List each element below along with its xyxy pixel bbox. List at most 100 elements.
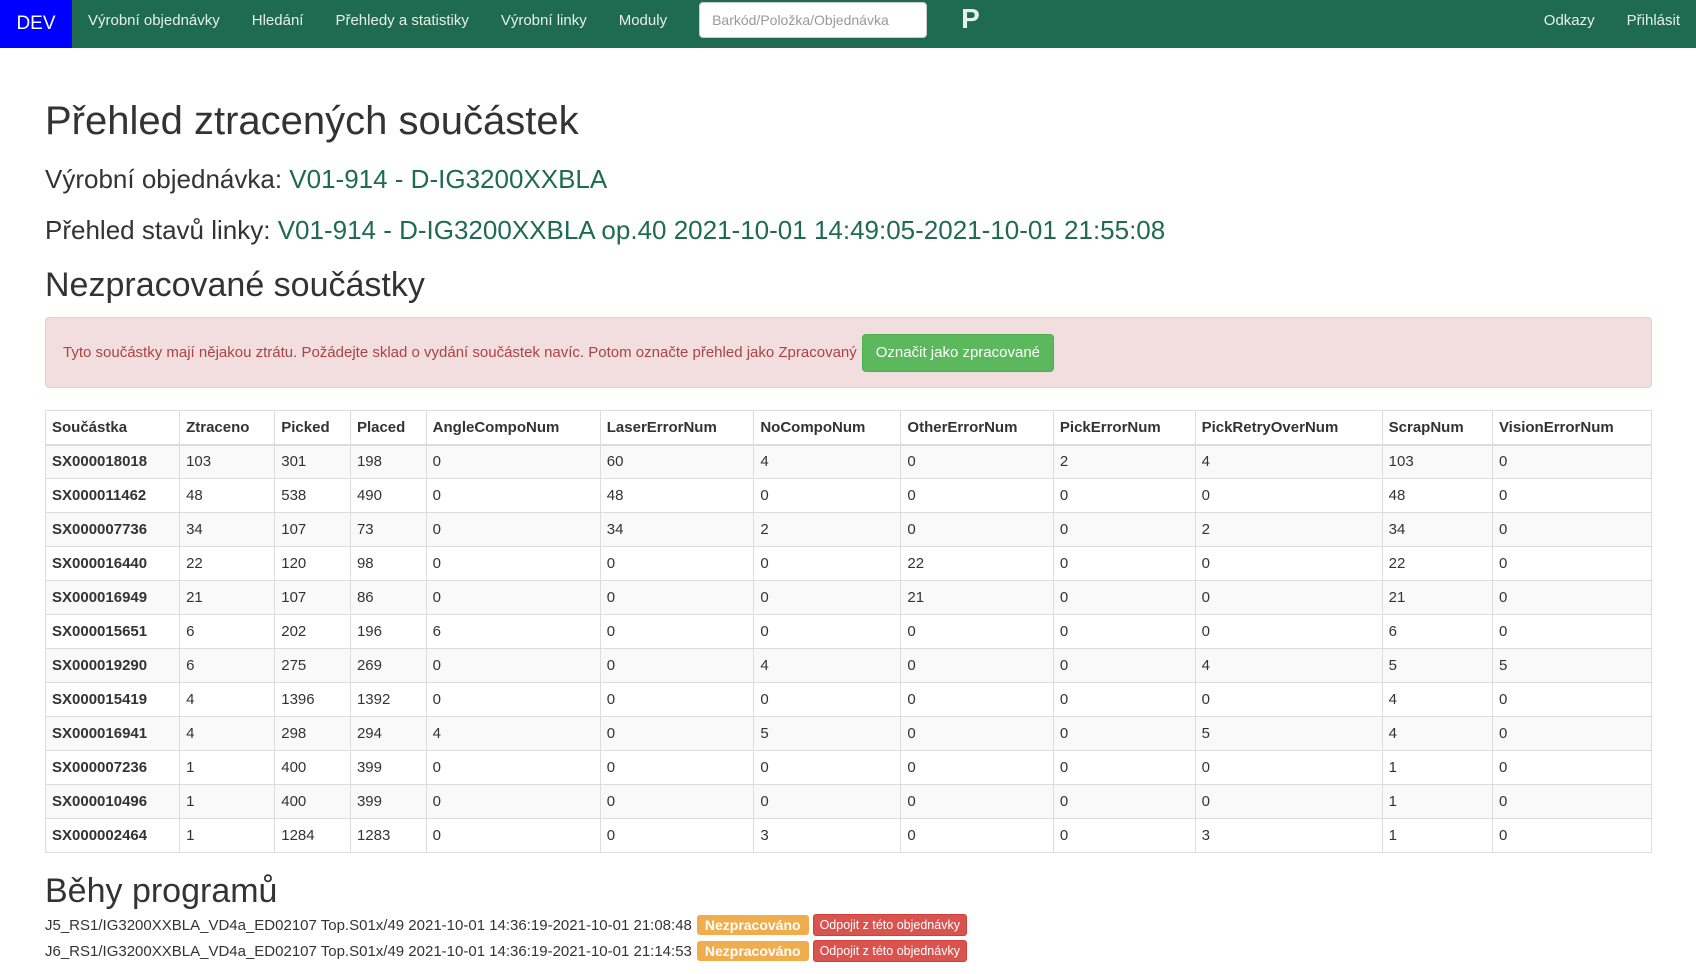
nav-production-orders[interactable]: Výrobní objednávky [72, 0, 236, 40]
table-cell: 6 [425, 614, 601, 649]
table-cell: 107 [274, 580, 351, 615]
part-number-cell: SX000015651 [44, 614, 181, 649]
part-number-cell: SX000010496 [44, 784, 181, 819]
table-cell: 0 [753, 750, 902, 785]
table-cell: 4 [1381, 716, 1493, 751]
nav-modules[interactable]: Moduly [603, 0, 683, 40]
table-cell: 399 [349, 784, 427, 819]
table-cell: 48 [599, 478, 755, 513]
table-cell: 4 [179, 682, 276, 717]
table-cell: 400 [274, 784, 351, 819]
program-run-text: J5_RS1/IG3200XXBLA_VD4a_ED02107 Top.S01x… [45, 916, 692, 934]
table-cell: 0 [753, 580, 902, 615]
table-cell: 4 [1194, 648, 1383, 683]
nav-production-lines[interactable]: Výrobní linky [485, 0, 603, 40]
table-cell: 21 [900, 580, 1054, 615]
table-cell: 1284 [274, 818, 351, 853]
nav-reports-statistics[interactable]: Přehledy a statistiky [319, 0, 484, 40]
table-row: SX000015419 4 1396 1392 0 0 0 0 0 0 4 0 [44, 682, 1653, 717]
table-cell: 0 [753, 682, 902, 717]
part-number-cell: SX000007236 [44, 750, 181, 785]
table-cell: 0 [1491, 784, 1653, 819]
table-cell: 6 [179, 614, 276, 649]
table-cell: 0 [1491, 614, 1653, 649]
table-cell: 0 [599, 784, 755, 819]
table-cell: 0 [753, 614, 902, 649]
line-state-link[interactable]: V01-914 - D-IG3200XXBLA op.40 2021-10-01… [278, 215, 1166, 245]
nav-login[interactable]: Přihlásit [1611, 0, 1696, 40]
nav-links[interactable]: Odkazy [1528, 0, 1611, 40]
detach-from-order-button[interactable]: Odpojit z této objednávky [812, 914, 967, 936]
production-order-label: Výrobní objednávka: [45, 164, 283, 194]
table-cell: 0 [1491, 716, 1653, 751]
table-cell: 0 [425, 580, 601, 615]
production-order-line: Výrobní objednávka: V01-914 - D-IG3200XX… [45, 164, 1651, 194]
table-cell: 0 [1052, 512, 1196, 547]
table-cell: 0 [1052, 784, 1196, 819]
column-header: PickErrorNum [1052, 410, 1196, 446]
page-title: Přehled ztracených součástek [45, 99, 579, 143]
table-cell: 0 [900, 614, 1054, 649]
table-cell: 0 [1491, 682, 1653, 717]
nav-search[interactable]: Hledání [236, 0, 320, 40]
table-cell: 196 [349, 614, 427, 649]
table-cell: 107 [274, 512, 351, 547]
table-cell: 0 [1052, 614, 1196, 649]
table-cell: 0 [425, 682, 601, 717]
table-cell: 198 [349, 444, 427, 479]
table-cell: 0 [425, 750, 601, 785]
table-cell: 0 [599, 750, 755, 785]
detach-from-order-button[interactable]: Odpojit z této objednávky [812, 940, 967, 962]
table-cell: 6 [1381, 614, 1493, 649]
table-cell: 0 [425, 546, 601, 581]
column-header: Placed [349, 410, 427, 446]
status-badge: Nezpracováno [696, 915, 809, 935]
table-cell: 0 [900, 784, 1054, 819]
brand-dev[interactable]: DEV [0, 0, 72, 48]
program-runs-heading: Běhy programů [45, 872, 278, 910]
table-cell: 1396 [274, 682, 351, 717]
table-cell: 1392 [349, 682, 427, 717]
table-cell: 5 [1491, 648, 1653, 683]
table-cell: 34 [599, 512, 755, 547]
table-cell: 0 [900, 444, 1054, 479]
table-cell: 60 [599, 444, 755, 479]
column-header: LaserErrorNum [599, 410, 755, 446]
table-cell: 103 [179, 444, 276, 479]
table-row: SX000019290 6 275 269 0 0 4 0 0 4 5 5 [44, 648, 1653, 683]
program-run-row: J5_RS1/IG3200XXBLA_VD4a_ED02107 Top.S01x… [45, 913, 1651, 937]
status-badge: Nezpracováno [696, 941, 809, 961]
search-form [699, 0, 928, 40]
mark-processed-button[interactable]: Označit jako zpracované [861, 333, 1055, 372]
table-cell: 2 [753, 512, 902, 547]
table-cell: 5 [1194, 716, 1383, 751]
table-cell: 1 [1381, 818, 1493, 853]
table-row: SX000016949 21 107 86 0 0 0 21 0 0 21 0 [44, 580, 1653, 615]
line-state-line: Přehled stavů linky: V01-914 - D-IG3200X… [45, 215, 1651, 245]
table-cell: 4 [1194, 444, 1383, 479]
table-cell: 4 [425, 716, 601, 751]
table-cell: 0 [900, 648, 1054, 683]
table-cell: 103 [1381, 444, 1493, 479]
table-cell: 490 [349, 478, 427, 513]
column-header: Součástka [44, 410, 181, 446]
table-cell: 1283 [349, 818, 427, 853]
line-state-label: Přehled stavů linky: [45, 215, 271, 245]
barcode-search-input[interactable] [699, 2, 928, 38]
table-cell: 0 [1194, 580, 1383, 615]
table-cell: 0 [1194, 478, 1383, 513]
table-cell: 0 [1052, 580, 1196, 615]
nav-right-group: Odkazy Přihlásit [1528, 0, 1696, 48]
table-row: SX000007736 34 107 73 0 34 2 0 0 2 34 0 [44, 512, 1653, 547]
table-row: SX000007236 1 400 399 0 0 0 0 0 0 1 0 [44, 750, 1653, 785]
table-cell: 0 [1491, 580, 1653, 615]
table-cell: 399 [349, 750, 427, 785]
table-cell: 2 [1052, 444, 1196, 479]
table-cell: 0 [1491, 444, 1653, 479]
production-order-link[interactable]: V01-914 - D-IG3200XXBLA [289, 164, 607, 194]
table-cell: 275 [274, 648, 351, 683]
table-cell: 0 [900, 750, 1054, 785]
table-cell: 4 [753, 444, 902, 479]
table-cell: 0 [425, 784, 601, 819]
table-cell: 34 [179, 512, 276, 547]
